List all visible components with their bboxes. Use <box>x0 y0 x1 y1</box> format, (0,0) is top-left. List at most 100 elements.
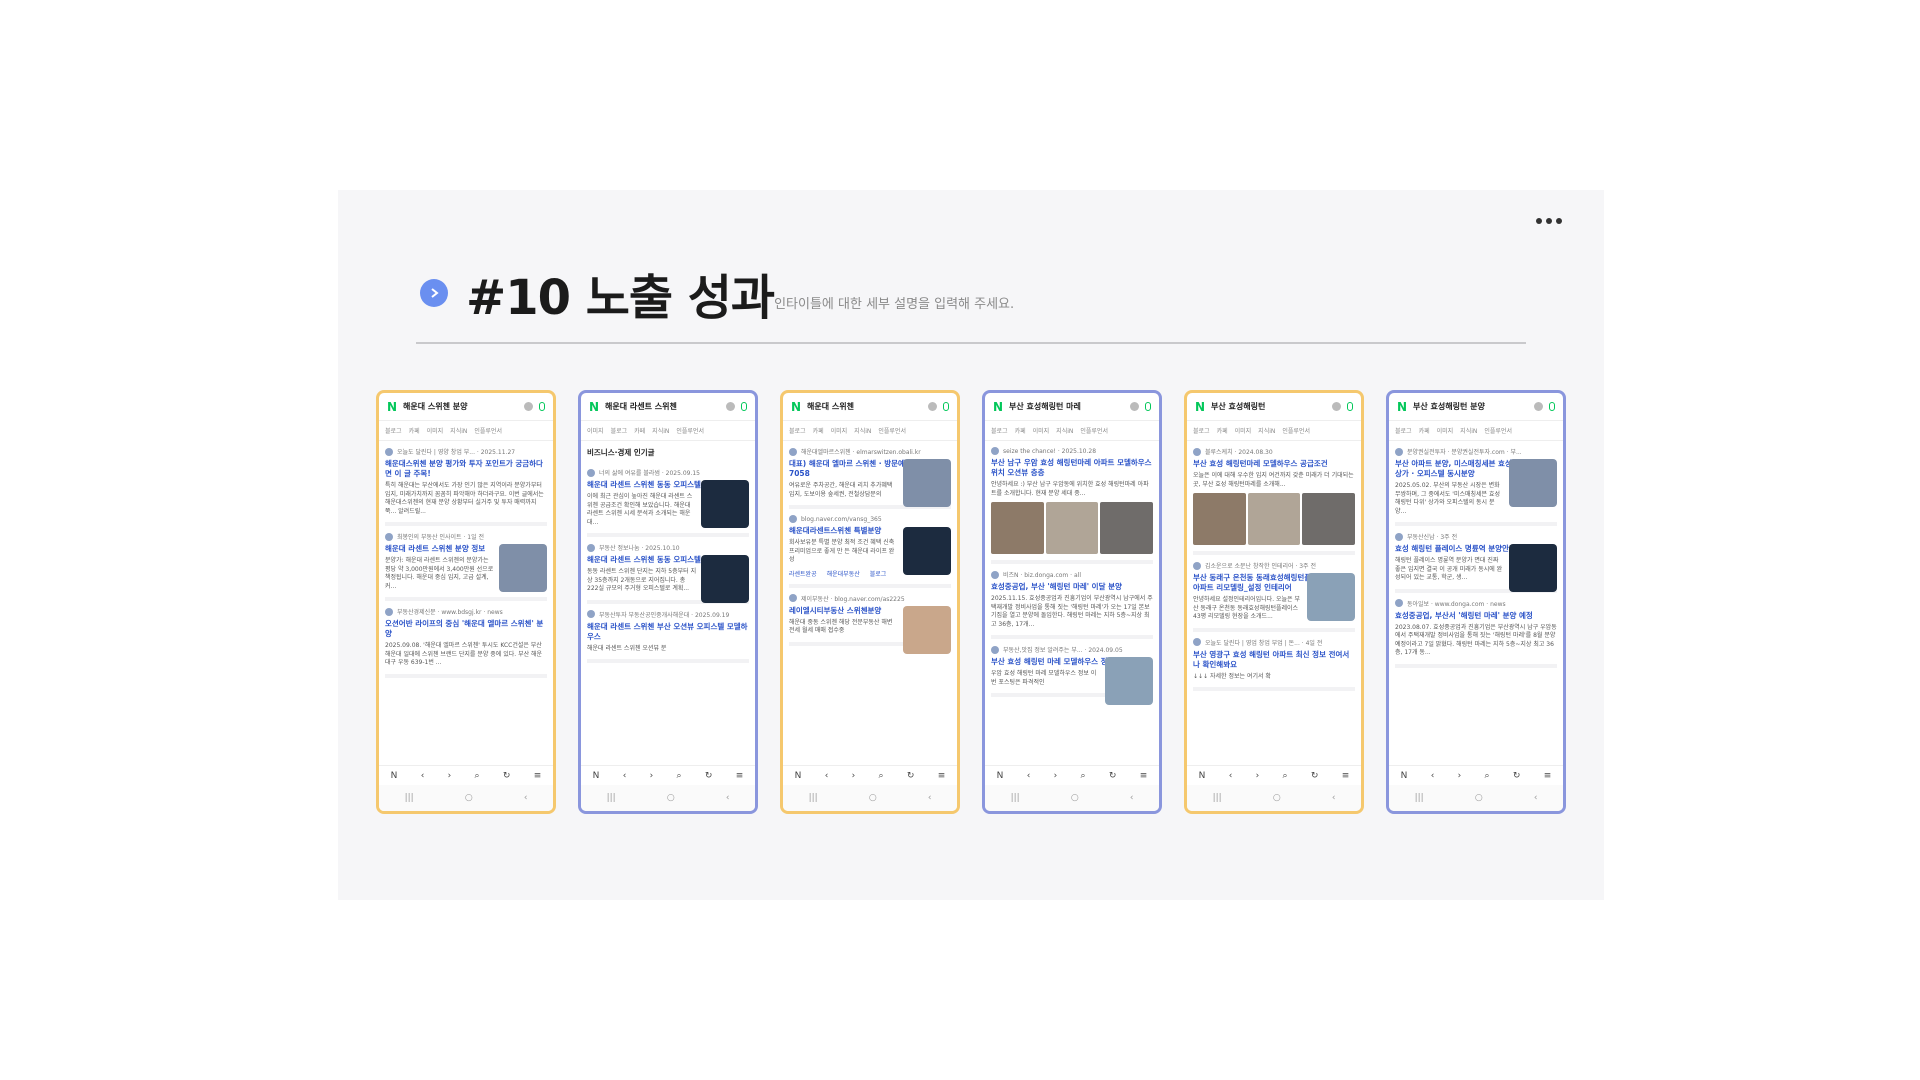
result-item[interactable]: 제이부동산 · blog.naver.com/as2225 레이엘시티부동산 스위… <box>789 588 951 654</box>
toolbar-icon[interactable]: ≡ <box>534 771 542 781</box>
system-nav-icon[interactable]: ○ <box>465 793 473 803</box>
clear-icon[interactable] <box>1534 402 1543 411</box>
tab-item[interactable]: 지식iN <box>1460 426 1477 435</box>
tag-chip[interactable]: 블로그 <box>870 569 887 578</box>
toolbar-icon[interactable]: N <box>391 771 398 781</box>
toolbar-icon[interactable]: ‹ <box>1229 771 1233 781</box>
result-title-link[interactable]: 부산 남구 우암 효성 해링턴마레 아파트 모델하우스 위치 오션뷰 층층 <box>991 458 1153 478</box>
search-query[interactable]: 부산 효성해링턴 마레 <box>1009 401 1130 412</box>
result-item[interactable]: 부동산경제신문 · www.bdsgj.kr · news 오션어반 라이프의 중… <box>385 601 547 678</box>
toolbar-icon[interactable]: › <box>1458 771 1462 781</box>
search-bar[interactable]: N 해운대 라센트 스위첸 <box>581 393 755 421</box>
toolbar-icon[interactable]: ≡ <box>736 771 744 781</box>
system-nav-icon[interactable]: ||| <box>809 793 818 803</box>
toolbar-icon[interactable]: N <box>1199 771 1206 781</box>
toolbar-icon[interactable]: ⌕ <box>1081 771 1086 781</box>
clear-icon[interactable] <box>524 402 533 411</box>
result-item[interactable]: 오늘도 달린다 | 영업 창업 부업 | 돈... · 4일 전 부산 영광구 효… <box>1193 632 1355 691</box>
tag-chip[interactable]: 해운대부동산 <box>827 569 860 578</box>
result-item[interactable]: 부동산투자 부동산공인중개사해운대 · 2025.09.19 해운대 라센트 스위… <box>587 604 749 663</box>
result-item[interactable]: 부동산신남 · 3주 전 효성 해링턴 플레이스 명륜역 분양안내 해링턴 플레이스… <box>1395 526 1557 593</box>
toolbar-icon[interactable]: ⌕ <box>677 771 682 781</box>
system-nav-icon[interactable]: ‹ <box>1534 793 1538 803</box>
tab-item[interactable]: 지식iN <box>1056 426 1073 435</box>
toolbar-icon[interactable]: ≡ <box>1140 771 1148 781</box>
result-item[interactable]: 최봉인의 부동산 인사이트 · 1일 전 해운대 라센트 스위첸 분양 정보 분양가… <box>385 526 547 601</box>
mic-icon[interactable] <box>539 402 545 411</box>
toolbar-icon[interactable]: N <box>593 771 600 781</box>
tab-item[interactable]: 카페 <box>634 426 645 435</box>
toolbar-icon[interactable]: ‹ <box>623 771 627 781</box>
tab-item[interactable]: 지식iN <box>854 426 871 435</box>
result-title-link[interactable]: 해운대스위첸 분양 평가와 투자 포인트가 궁금하다면 이 글 주목! <box>385 459 547 479</box>
system-nav-icon[interactable]: ○ <box>1273 793 1281 803</box>
toolbar-icon[interactable]: ↻ <box>1109 771 1117 781</box>
toolbar-icon[interactable]: N <box>795 771 802 781</box>
tab-item[interactable]: 블로그 <box>1395 426 1412 435</box>
system-nav-icon[interactable]: ‹ <box>524 793 528 803</box>
result-item[interactable]: seize the chance! · 2025.10.28 부산 남구 우암 효… <box>991 441 1154 564</box>
tab-item[interactable]: 인플루언서 <box>1484 426 1512 435</box>
search-bar[interactable]: N 해운대 스위첸 분양 <box>379 393 553 421</box>
system-nav-icon[interactable]: ‹ <box>1332 793 1336 803</box>
mic-icon[interactable] <box>943 402 949 411</box>
mic-icon[interactable] <box>1347 402 1353 411</box>
tab-item[interactable]: 블로그 <box>385 426 402 435</box>
tab-item[interactable]: 지식iN <box>450 426 467 435</box>
tab-item[interactable]: 지식iN <box>1258 426 1275 435</box>
tab-item[interactable]: 인플루언서 <box>474 426 502 435</box>
search-query[interactable]: 해운대 스위첸 분양 <box>403 401 524 412</box>
search-bar[interactable]: N 부산 효성해링턴 <box>1187 393 1361 421</box>
system-nav-icon[interactable]: ○ <box>667 793 675 803</box>
tab-item[interactable]: 이미지 <box>427 426 444 435</box>
result-item[interactable]: 블루스케치 · 2024.08.30 부산 효성 해링턴마레 모델하우스 공급조건… <box>1193 441 1356 555</box>
system-nav-icon[interactable]: ○ <box>869 793 877 803</box>
toolbar-icon[interactable]: ≡ <box>1342 771 1350 781</box>
tab-item[interactable]: 블로그 <box>1193 426 1210 435</box>
search-query[interactable]: 부산 효성해링턴 분양 <box>1413 401 1534 412</box>
search-query[interactable]: 해운대 라센트 스위첸 <box>605 401 726 412</box>
clear-icon[interactable] <box>726 402 735 411</box>
toolbar-icon[interactable]: ⌕ <box>879 771 884 781</box>
toolbar-icon[interactable]: ‹ <box>825 771 829 781</box>
tab-item[interactable]: 인플루언서 <box>878 426 906 435</box>
result-item[interactable]: 너의 삶에 여유를 블라썸 · 2025.09.15 해운대 라센트 스위첸 동동… <box>587 462 749 537</box>
result-item[interactable]: 해운대엘마르스위첸 · elmarswitzen.obali.kr 대표) 해운대… <box>789 441 951 509</box>
tab-item[interactable]: 이미지 <box>587 426 604 435</box>
toolbar-icon[interactable]: ↻ <box>705 771 713 781</box>
search-query[interactable]: 해운대 스위첸 <box>807 401 928 412</box>
result-title-link[interactable]: 오션어반 라이프의 중심 '해운대 엘마르 스위첸' 분양 <box>385 619 547 639</box>
tab-item[interactable]: 인플루언서 <box>676 426 704 435</box>
toolbar-icon[interactable]: › <box>448 771 452 781</box>
result-item[interactable]: 동아일보 · www.donga.com · news 효성중공업, 부산서 '해… <box>1395 593 1557 668</box>
toolbar-icon[interactable]: › <box>852 771 856 781</box>
system-nav-icon[interactable]: ‹ <box>1130 793 1134 803</box>
result-item[interactable]: 부동산 정보나눔 · 2025.10.10 해운대 라센트 스위첸 동동 오피스텔… <box>587 537 749 604</box>
result-item[interactable]: 김소운으로 소문난 창작한 인테리어 · 3주 전 부산 동래구 온천동 동래효성… <box>1193 555 1355 632</box>
tab-item[interactable]: 카페 <box>1217 426 1228 435</box>
toolbar-icon[interactable]: › <box>1256 771 1260 781</box>
system-nav-icon[interactable]: ‹ <box>726 793 730 803</box>
toolbar-icon[interactable]: ‹ <box>421 771 425 781</box>
result-title-link[interactable]: 효성중공업, 부산서 '해링턴 마레' 분양 예정 <box>1395 611 1557 621</box>
more-options-icon[interactable] <box>1536 218 1562 224</box>
system-nav-icon[interactable]: ||| <box>1415 793 1424 803</box>
tab-item[interactable]: 인플루언서 <box>1282 426 1310 435</box>
toolbar-icon[interactable]: ‹ <box>1027 771 1031 781</box>
tab-item[interactable]: 카페 <box>1015 426 1026 435</box>
toolbar-icon[interactable]: N <box>997 771 1004 781</box>
system-nav-icon[interactable]: ||| <box>607 793 616 803</box>
search-bar[interactable]: N 해운대 스위첸 <box>783 393 957 421</box>
toolbar-icon[interactable]: ↻ <box>907 771 915 781</box>
toolbar-icon[interactable]: › <box>1054 771 1058 781</box>
toolbar-icon[interactable]: ≡ <box>938 771 946 781</box>
toolbar-icon[interactable]: ↻ <box>503 771 511 781</box>
system-nav-icon[interactable]: ||| <box>1011 793 1020 803</box>
toolbar-icon[interactable]: ↻ <box>1311 771 1319 781</box>
result-item[interactable]: 부동산,맛집 정보 알려주는 부... · 2024.09.05 부산 효성 해링… <box>991 639 1153 705</box>
clear-icon[interactable] <box>1332 402 1341 411</box>
tab-item[interactable]: 이미지 <box>1033 426 1050 435</box>
clear-icon[interactable] <box>1130 402 1139 411</box>
result-title-link[interactable]: 부산 효성 해링턴마레 모델하우스 공급조건 <box>1193 459 1355 469</box>
toolbar-icon[interactable]: › <box>650 771 654 781</box>
